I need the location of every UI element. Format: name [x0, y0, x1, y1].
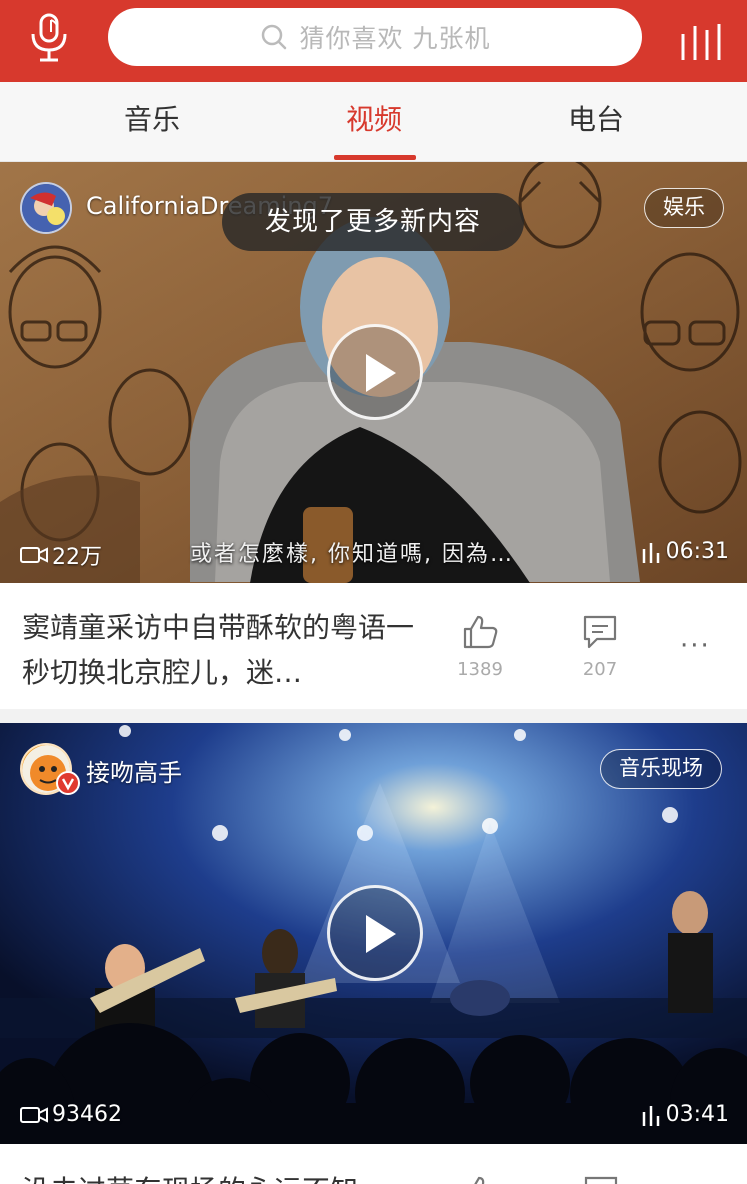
duration-value: 03:41 [665, 1102, 729, 1127]
tab-video[interactable]: 视频 [284, 82, 464, 162]
category-tag[interactable]: 音乐现场 [600, 749, 722, 789]
view-count-value: 93462 [52, 1102, 122, 1127]
tab-indicator [334, 155, 416, 160]
thumbs-up-icon[interactable] [462, 1174, 500, 1184]
verified-badge-icon [56, 771, 80, 795]
video-subtitle: 或者怎麼樣, 你知道嗎, 因為… [190, 542, 514, 567]
view-count: 93462 [20, 1102, 122, 1127]
bars-icon [642, 542, 659, 563]
comment-button[interactable]: 207 [565, 613, 635, 680]
video-info-1: 窦靖童采访中自带酥软的粤语一秒切换北京腔儿，迷… 1389 207 ··· [0, 583, 747, 709]
search-icon [261, 24, 286, 50]
bars-icon [642, 1105, 659, 1126]
tab-radio[interactable]: 电台 [506, 82, 686, 162]
search-placeholder: 猜你喜欢 九张机 [299, 24, 491, 53]
comment-count: 207 [582, 659, 618, 680]
thumbs-up-icon [463, 615, 498, 649]
like-button[interactable]: 1389 [445, 613, 515, 680]
comment-icon[interactable] [582, 1174, 620, 1184]
video-duration: 06:31 [642, 539, 729, 564]
comment-icon [583, 615, 617, 649]
mic-icon[interactable] [26, 12, 72, 64]
video-card-2[interactable]: 接吻高手 音乐现场 93462 03:41 [0, 723, 747, 1144]
view-count-value: 22万 [52, 545, 102, 570]
video-camera-icon [20, 1106, 48, 1123]
card-divider [0, 709, 747, 723]
like-count: 1389 [457, 659, 503, 680]
video-title[interactable]: 没去过草东现场的永远不知 [22, 1168, 442, 1184]
tab-bar: 音乐 视频 电台 [0, 82, 747, 162]
category-tag[interactable]: 娱乐 [644, 188, 724, 228]
new-content-toast: 发现了更多新内容 [222, 193, 524, 251]
author-name[interactable]: 接吻高手 [86, 753, 182, 788]
top-bar: 猜你喜欢 九张机 [0, 0, 747, 82]
video-title[interactable]: 窦靖童采访中自带酥软的粤语一秒切换北京腔儿，迷… [22, 605, 432, 695]
play-button[interactable] [327, 885, 423, 981]
view-count: 22万 [20, 539, 102, 571]
duration-value: 06:31 [665, 539, 729, 564]
video-info-2: 没去过草东现场的永远不知 [0, 1144, 747, 1184]
author-avatar[interactable] [20, 182, 72, 234]
search-bar[interactable]: 猜你喜欢 九张机 [108, 8, 642, 66]
tab-music[interactable]: 音乐 [62, 82, 242, 162]
video-duration: 03:41 [642, 1102, 729, 1127]
video-camera-icon [20, 547, 48, 563]
play-button[interactable] [327, 324, 423, 420]
more-options-button[interactable]: ··· [680, 631, 711, 661]
equalizer-icon[interactable] [680, 24, 724, 60]
